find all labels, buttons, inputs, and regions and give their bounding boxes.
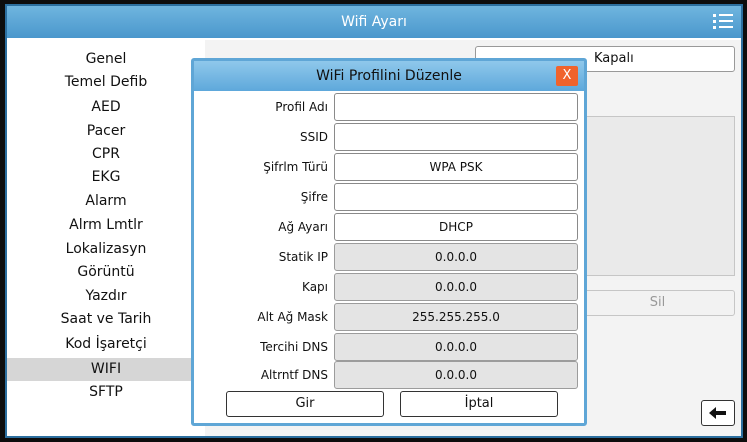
ssid-label: SSID <box>299 130 328 144</box>
arrow-left-icon <box>709 407 726 419</box>
edit-wifi-profile-dialog: WiFi Profilini Düzenle X Profil Adı SSID… <box>191 58 587 426</box>
sidebar-item-temel-defib[interactable]: Temel Defib <box>7 71 205 94</box>
static-ip-label: Statik IP <box>278 250 328 264</box>
encryption-type-label: Şifrlm Türü <box>263 160 328 174</box>
sidebar-item-lokalizasyn[interactable]: Lokalizasyn <box>7 238 205 261</box>
screen: Wifi Ayarı Genel Temel Defib AED Pacer C… <box>5 4 743 438</box>
sidebar-item-saat-ve-tarih[interactable]: Saat ve Tarih <box>7 308 205 331</box>
subnet-mask-label: Alt Ağ Mask <box>257 310 328 324</box>
sidebar-item-pacer[interactable]: Pacer <box>7 120 205 143</box>
sidebar-item-goruntu[interactable]: Görüntü <box>7 261 205 284</box>
close-button[interactable]: X <box>556 66 578 86</box>
gateway-label: Kapı <box>302 280 328 294</box>
sidebar-item-alrm-lmtlr[interactable]: Alrm Lmtlr <box>7 214 205 237</box>
menu-icon[interactable] <box>713 13 733 31</box>
profile-name-label: Profil Adı <box>275 100 328 114</box>
window-title: Wifi Ayarı <box>341 14 407 30</box>
encryption-type-select[interactable]: WPA PSK <box>334 153 578 181</box>
dialog-title: WiFi Profilini Düzenle <box>316 68 462 84</box>
ssid-field[interactable] <box>334 123 578 151</box>
network-setting-select[interactable]: DHCP <box>334 213 578 241</box>
sidebar-item-aed[interactable]: AED <box>7 96 205 119</box>
sidebar-item-ekg[interactable]: EKG <box>7 166 205 189</box>
sidebar: Genel Temel Defib AED Pacer CPR EKG Alar… <box>7 40 205 436</box>
device-frame: Wifi Ayarı Genel Temel Defib AED Pacer C… <box>0 0 747 442</box>
title-bar: Wifi Ayarı <box>7 6 741 38</box>
alternate-dns-field: 0.0.0.0 <box>334 361 578 389</box>
back-button[interactable] <box>701 400 735 426</box>
dialog-body: Profil Adı SSID Şifrlm Türü WPA PSK Şifr… <box>194 91 584 423</box>
password-field[interactable] <box>334 183 578 211</box>
network-setting-label: Ağ Ayarı <box>278 220 328 234</box>
alternate-dns-label: Altrntf DNS <box>260 368 328 382</box>
delete-button[interactable]: Sil <box>580 290 735 316</box>
cancel-button[interactable]: İptal <box>400 391 558 417</box>
subnet-mask-field: 255.255.255.0 <box>334 303 578 331</box>
profile-name-field[interactable] <box>334 93 578 121</box>
gateway-field: 0.0.0.0 <box>334 273 578 301</box>
sidebar-item-wifi[interactable]: WIFI <box>7 358 205 381</box>
dialog-header: WiFi Profilini Düzenle X <box>194 61 584 91</box>
static-ip-field: 0.0.0.0 <box>334 243 578 271</box>
preferred-dns-field: 0.0.0.0 <box>334 333 578 361</box>
sidebar-item-cpr[interactable]: CPR <box>7 143 205 166</box>
enter-button[interactable]: Gir <box>226 391 384 417</box>
sidebar-item-kod-isaretci[interactable]: Kod İşaretçi <box>7 333 205 356</box>
sidebar-item-sftp[interactable]: SFTP <box>7 381 205 404</box>
password-label: Şifre <box>300 190 328 204</box>
profile-list[interactable] <box>580 116 735 276</box>
sidebar-item-alarm[interactable]: Alarm <box>7 190 205 213</box>
sidebar-item-genel[interactable]: Genel <box>7 48 205 71</box>
preferred-dns-label: Tercihi DNS <box>260 340 328 354</box>
sidebar-item-yazdir[interactable]: Yazdır <box>7 285 205 308</box>
